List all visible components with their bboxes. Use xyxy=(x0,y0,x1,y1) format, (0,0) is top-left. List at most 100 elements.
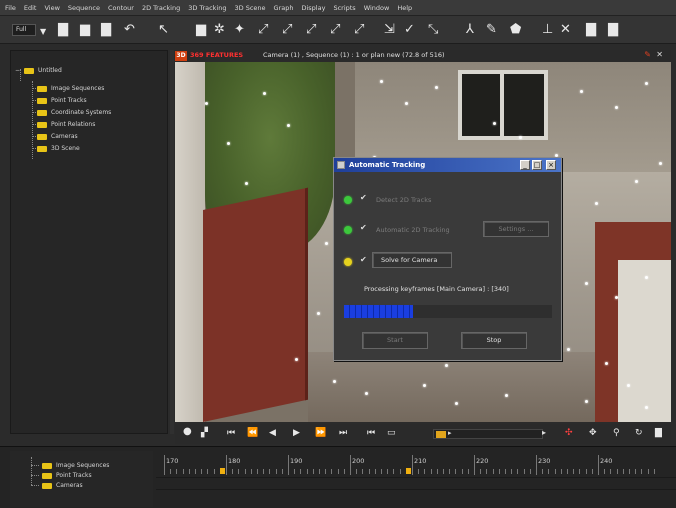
tree-item-cameras[interactable]: Cameras xyxy=(37,133,78,140)
timeline-ruler[interactable]: 170 180 190 200 210 220 230 240 xyxy=(156,451,676,507)
tree-item-label: Image Sequences xyxy=(56,462,110,469)
play-backward-icon[interactable]: ◀ xyxy=(269,428,276,438)
track-both-icon[interactable]: ⤢ xyxy=(306,23,316,37)
fullscreen-icon[interactable]: ▇ xyxy=(655,428,662,438)
save-project-icon[interactable]: ▇ xyxy=(101,23,111,37)
prev-key-icon[interactable]: ⏮ xyxy=(367,428,375,438)
dropdown-arrow-icon[interactable]: ▼ xyxy=(40,25,46,39)
track-range-icon[interactable]: ⤢ xyxy=(330,23,340,37)
zoom-tool-icon[interactable]: ⚲ xyxy=(613,428,620,438)
maximize-button[interactable]: □ xyxy=(532,160,542,170)
check-tool-icon[interactable]: ✓ xyxy=(404,23,415,37)
track-auto-icon[interactable]: ⤢ xyxy=(354,23,364,37)
timeline-item-cameras[interactable]: Cameras xyxy=(42,482,83,489)
tracker-tool-icon[interactable]: ✦ xyxy=(234,23,245,37)
feature-detect-tool-icon[interactable]: ✲ xyxy=(214,23,225,37)
folder-icon xyxy=(37,121,47,128)
close-view-icon[interactable]: ✕ xyxy=(560,23,571,37)
dropdown-arrow-icon[interactable]: ▸ xyxy=(448,429,452,437)
settings-button[interactable]: Settings ... xyxy=(483,221,549,237)
menu-window[interactable]: Window xyxy=(364,4,390,12)
menu-edit[interactable]: Edit xyxy=(24,4,37,12)
step-checkbox[interactable]: ✔ xyxy=(360,255,367,264)
tree-item-root[interactable]: − Untitled xyxy=(15,67,62,74)
minimize-button[interactable]: _ xyxy=(520,160,530,170)
edit-tool-icon[interactable]: ✎ xyxy=(486,23,497,37)
timeline-tick xyxy=(616,469,618,474)
timeline-tick xyxy=(480,469,482,474)
window-icon[interactable]: ▇ xyxy=(586,23,596,37)
menu-scripts[interactable]: Scripts xyxy=(333,4,355,12)
new-project-icon[interactable]: ▇ xyxy=(58,23,68,37)
camera-icon[interactable]: ▞ xyxy=(201,428,208,438)
start-button[interactable]: Start xyxy=(362,332,428,349)
shield-icon[interactable]: ⬟ xyxy=(510,23,521,37)
track-forward-icon[interactable]: ⤢ xyxy=(258,23,268,37)
timeline-tick xyxy=(176,469,178,474)
frame-icon[interactable]: ▭ xyxy=(387,428,396,438)
close-button[interactable]: × xyxy=(546,160,556,170)
menu-3d-tracking[interactable]: 3D Tracking xyxy=(188,4,226,12)
timeline-tick xyxy=(585,469,587,474)
step-back-icon[interactable]: ⏪ xyxy=(247,428,258,438)
folder-icon xyxy=(42,472,52,479)
timeline-tick xyxy=(381,469,382,474)
move-tool-icon[interactable]: ✣ xyxy=(565,428,573,438)
track-point-marker xyxy=(263,92,266,95)
pin-icon[interactable]: ✎ xyxy=(644,50,651,59)
scene-right-pillar xyxy=(618,260,671,422)
open-project-icon[interactable]: ▆ xyxy=(80,23,90,37)
step-forward-icon[interactable]: ⏩ xyxy=(315,428,326,438)
timeline-item-point-tracks[interactable]: Point Tracks xyxy=(42,472,92,479)
tree-item-3d-scene[interactable]: 3D Scene xyxy=(37,145,80,152)
menu-3d-scene[interactable]: 3D Scene xyxy=(235,4,266,12)
tree-item-coordinate-systems[interactable]: Coordinate Systems xyxy=(37,109,111,116)
track-point-marker xyxy=(519,136,522,139)
tree-item-point-relations[interactable]: Point Relations xyxy=(37,121,95,128)
record-icon[interactable]: ● xyxy=(183,427,192,437)
play-forward-icon[interactable]: ▶ xyxy=(293,428,300,438)
reset-view-icon[interactable]: ↻ xyxy=(635,428,643,438)
step-checkbox[interactable]: ✔ xyxy=(360,223,367,232)
menu-contour[interactable]: Contour xyxy=(108,4,134,12)
menu-sequence[interactable]: Sequence xyxy=(68,4,100,12)
point-relation-icon[interactable]: ⤡ xyxy=(428,23,438,37)
goto-start-icon[interactable]: ⏮ xyxy=(227,428,235,438)
step-checkbox[interactable]: ✔ xyxy=(360,193,367,202)
menu-display[interactable]: Display xyxy=(301,4,325,12)
tree-item-image-sequences[interactable]: Image Sequences xyxy=(37,85,104,92)
menu-help[interactable]: Help xyxy=(397,4,412,12)
pan-tool-icon[interactable]: ✥ xyxy=(589,428,597,438)
select-tool-icon[interactable]: ↖ xyxy=(158,23,169,37)
viewport-header: 3D 369 FEATURES Camera (1) , Sequence (1… xyxy=(175,50,671,62)
image-sequence-tool-icon[interactable]: ▆ xyxy=(196,23,206,37)
track-point-marker xyxy=(325,242,328,245)
menu-view[interactable]: View xyxy=(44,4,59,12)
track-point-marker xyxy=(245,182,248,185)
goto-end-icon[interactable]: ⏭ xyxy=(339,428,347,438)
timeline-item-image-sequences[interactable]: Image Sequences xyxy=(42,462,109,469)
menu-2d-tracking[interactable]: 2D Tracking xyxy=(142,4,180,12)
frame-slider[interactable]: ▸ xyxy=(433,429,543,439)
menu-graph[interactable]: Graph xyxy=(274,4,294,12)
step-label-solve-for-camera[interactable]: Solve for Camera xyxy=(372,252,452,268)
dialog-titlebar[interactable]: Automatic Tracking _ □ × xyxy=(334,158,561,172)
coordinate-tool-icon[interactable]: ⇲ xyxy=(384,23,395,37)
menu-file[interactable]: File xyxy=(5,4,16,12)
close-icon[interactable]: ✕ xyxy=(656,50,663,59)
track-backward-icon[interactable]: ⤢ xyxy=(282,23,292,37)
export-icon[interactable]: ⊥ xyxy=(542,23,553,37)
slider-end-icon[interactable]: ▸ xyxy=(542,428,546,437)
viewport-3d-badge[interactable]: 3D xyxy=(175,51,187,61)
keyframe-marker[interactable] xyxy=(220,468,225,474)
camera-solve-icon[interactable]: ⅄ xyxy=(466,23,474,37)
step-status-icon xyxy=(344,258,352,266)
collapse-icon[interactable]: − xyxy=(15,67,20,74)
panel-splitter[interactable] xyxy=(170,50,174,434)
undo-icon[interactable]: ↶ xyxy=(124,23,135,37)
window-icon-2[interactable]: ▇ xyxy=(608,23,618,37)
stop-button[interactable]: Stop xyxy=(461,332,527,349)
layout-dropdown[interactable]: Full xyxy=(12,24,36,36)
tree-item-point-tracks[interactable]: Point Tracks xyxy=(37,97,87,104)
keyframe-marker[interactable] xyxy=(406,468,411,474)
